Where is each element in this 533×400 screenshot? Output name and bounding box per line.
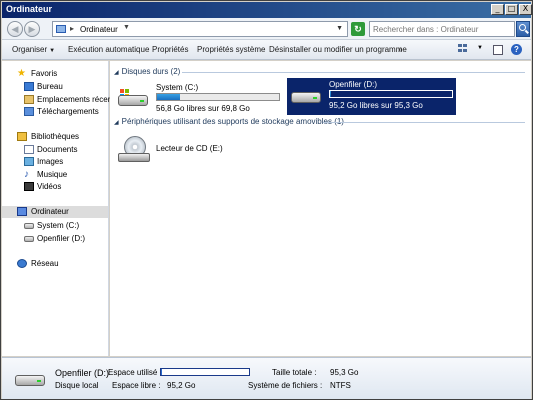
breadcrumb-computer[interactable]: Ordinateur <box>80 25 118 34</box>
navigation-pane: ★ Favoris Bureau Emplacements récents Té… <box>2 61 118 356</box>
nav-libraries[interactable]: Bibliothèques <box>2 131 108 143</box>
drive-free-space: 95,2 Go libres sur 95,3 Go <box>329 101 423 110</box>
details-total-value: 95,3 Go <box>330 368 359 377</box>
hard-drive-icon <box>15 371 47 389</box>
music-icon: ♪ <box>24 169 29 180</box>
drive-tile-cd[interactable]: Lecteur de CD (E:) <box>114 132 284 169</box>
collapse-arrow-icon: ◢ <box>114 120 119 126</box>
maximize-button[interactable]: □ <box>505 4 518 15</box>
downloads-icon <box>24 107 34 116</box>
group-divider <box>323 122 525 123</box>
search-button[interactable] <box>516 21 530 37</box>
close-button[interactable]: X <box>519 4 532 15</box>
preview-pane-icon[interactable] <box>493 45 503 55</box>
hard-drive-icon <box>24 236 34 242</box>
details-usage-bar <box>160 368 250 376</box>
details-pane: Openfiler (D:) Disque local Espace utili… <box>2 357 531 399</box>
nav-recent-places[interactable]: Emplacements récents <box>2 94 118 106</box>
nav-videos[interactable]: Vidéos <box>2 181 108 193</box>
collapse-arrow-icon: ◢ <box>114 70 119 76</box>
hard-drive-icon <box>291 86 323 106</box>
drive-free-space: 56,8 Go libres sur 69,8 Go <box>156 104 250 113</box>
help-icon[interactable]: ? <box>511 44 522 55</box>
drive-usage-bar <box>329 90 453 98</box>
drive-tile-d[interactable]: Openfiler (D:) 95,2 Go libres sur 95,3 G… <box>287 78 456 115</box>
nav-network[interactable]: Réseau <box>2 258 108 270</box>
explorer-window: Ordinateur _ □ X ◀ ▶ ▸ Ordinateur ▼ ▼ ↻ … <box>0 0 533 400</box>
refresh-button[interactable]: ↻ <box>351 22 365 36</box>
recent-places-icon <box>24 95 34 104</box>
nav-desktop[interactable]: Bureau <box>2 81 108 93</box>
address-bar[interactable]: ▸ Ordinateur ▼ ▼ <box>52 21 348 37</box>
command-bar: Organiser ▼ Exécution automatique Proprié… <box>2 40 531 60</box>
search-box[interactable] <box>369 21 515 37</box>
details-free-label: Espace libre : <box>112 381 161 390</box>
forward-button[interactable]: ▶ <box>24 21 40 37</box>
nav-drive-d[interactable]: Openfiler (D:) <box>2 233 108 245</box>
details-drive-type: Disque local <box>55 381 99 390</box>
drive-tile-c[interactable]: System (C:) 56,8 Go libres sur 69,8 Go <box>114 81 284 118</box>
chevron-down-icon: ▼ <box>49 48 56 54</box>
nav-computer[interactable]: Ordinateur <box>2 206 108 218</box>
drive-name: System (C:) <box>156 83 199 92</box>
videos-icon <box>24 182 34 191</box>
details-used-label: Espace utilisé : <box>108 368 162 377</box>
title-bar[interactable]: Ordinateur _ □ X <box>2 2 532 18</box>
nav-images[interactable]: Images <box>2 156 108 168</box>
desktop-icon <box>24 82 34 91</box>
drive-usage-bar <box>156 93 280 101</box>
change-view-icon[interactable] <box>458 44 468 54</box>
autoplay-button[interactable]: Exécution automatique <box>68 45 149 54</box>
properties-button[interactable]: Propriétés <box>152 45 188 54</box>
view-options-chevron-icon[interactable]: ▼ <box>477 45 483 51</box>
address-dropdown-icon[interactable]: ▼ <box>336 25 343 32</box>
minimize-button[interactable]: _ <box>491 4 504 15</box>
drive-name: Openfiler (D:) <box>329 80 378 89</box>
nav-downloads[interactable]: Téléchargements <box>2 106 108 118</box>
details-fs-value: NTFS <box>330 381 351 390</box>
images-icon <box>24 157 34 166</box>
details-drive-name: Openfiler (D:) <box>55 368 110 378</box>
details-fs-label: Système de fichiers : <box>248 381 323 390</box>
drive-name: Lecteur de CD (E:) <box>156 144 223 153</box>
uninstall-program-button[interactable]: Désinstaller ou modifier un programme <box>269 45 407 54</box>
group-divider <box>182 72 525 73</box>
nav-drive-c[interactable]: System (C:) <box>2 220 108 232</box>
libraries-icon <box>17 132 27 141</box>
system-drive-icon <box>118 89 150 109</box>
window-title: Ordinateur <box>6 4 53 14</box>
star-icon: ★ <box>17 68 26 79</box>
organize-button[interactable]: Organiser ▼ <box>12 45 55 54</box>
network-icon <box>17 259 27 268</box>
breadcrumb-separator-icon[interactable]: ▸ <box>70 24 74 33</box>
group-header-removable[interactable]: ◢ Périphériques utilisant des supports de… <box>114 117 344 127</box>
nav-music[interactable]: ♪ Musique <box>2 169 108 181</box>
system-properties-button[interactable]: Propriétés système <box>197 45 265 54</box>
cd-drive-icon <box>118 136 152 164</box>
file-list-area[interactable]: ◢ Disques durs (2) System (C:) 56,8 Go li… <box>110 61 531 356</box>
more-commands-button[interactable]: » <box>398 45 402 54</box>
details-free-value: 95,2 Go <box>167 381 196 390</box>
search-input[interactable] <box>373 24 498 35</box>
back-button[interactable]: ◀ <box>7 21 23 37</box>
computer-icon <box>56 25 66 33</box>
group-header-hard-disks[interactable]: ◢ Disques durs (2) <box>114 67 180 77</box>
address-bar-area: ◀ ▶ ▸ Ordinateur ▼ ▼ ↻ <box>2 18 531 40</box>
nav-favorites[interactable]: ★ Favoris <box>2 68 108 80</box>
hard-drive-icon <box>24 223 34 229</box>
breadcrumb-chevron-icon[interactable]: ▼ <box>123 24 130 31</box>
nav-documents[interactable]: Documents <box>2 144 108 156</box>
computer-icon <box>17 207 27 216</box>
documents-icon <box>24 145 34 154</box>
details-total-label: Taille totale : <box>272 368 317 377</box>
